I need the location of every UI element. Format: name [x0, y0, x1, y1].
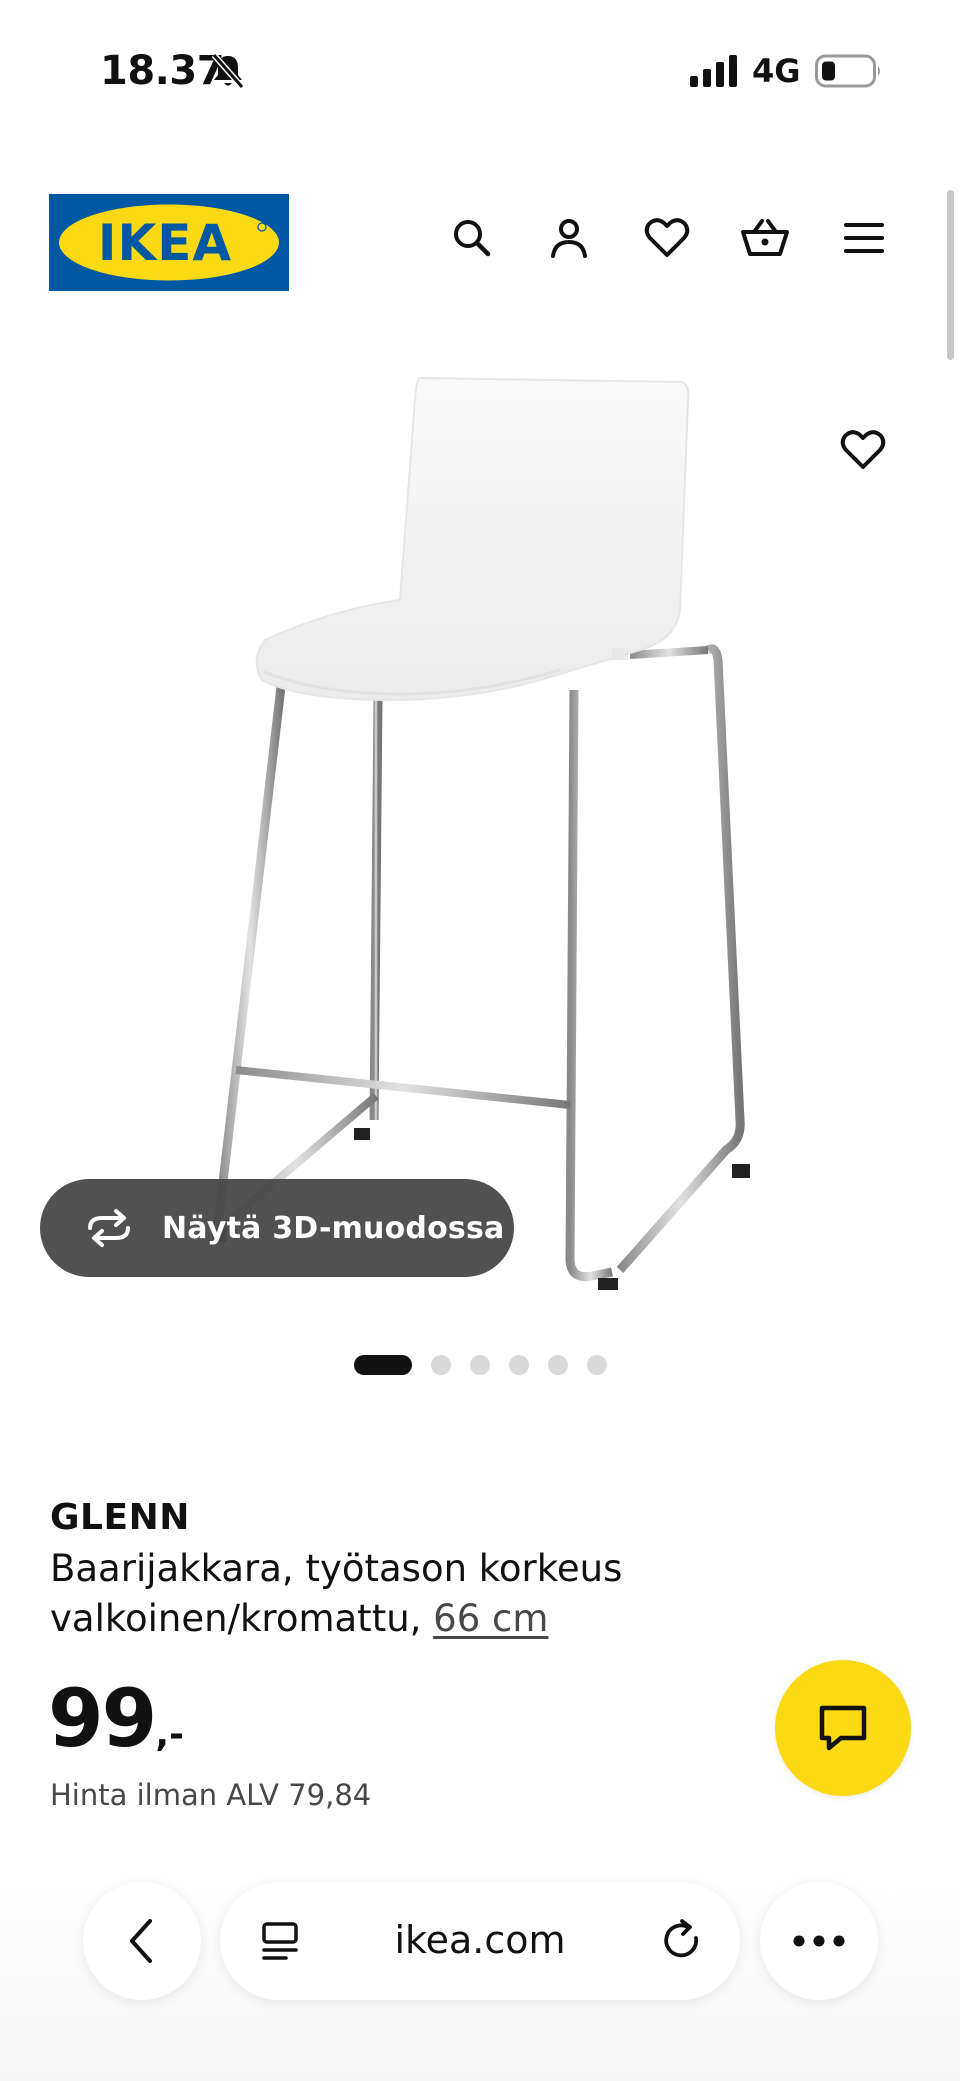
- cart-icon[interactable]: [739, 212, 791, 264]
- more-button[interactable]: [760, 1882, 878, 2000]
- battery-icon: [815, 54, 880, 88]
- product-color: valkoinen/kromattu,: [50, 1597, 434, 1640]
- status-time: 18.37: [100, 48, 225, 94]
- view-3d-button[interactable]: Näytä 3D-muodossa: [40, 1179, 514, 1277]
- account-icon[interactable]: [543, 212, 595, 264]
- bell-slash-icon: [211, 53, 245, 89]
- ikea-logo[interactable]: IKEA: [49, 194, 289, 291]
- address-bar[interactable]: ikea.com: [220, 1882, 740, 2000]
- favorites-icon[interactable]: [641, 212, 693, 264]
- carousel-dot-4[interactable]: [509, 1355, 529, 1375]
- product-description: Baarijakkara, työtason korkeus valkoinen…: [50, 1544, 622, 1644]
- price-without-vat: Hinta ilman ALV 79,84: [50, 1778, 372, 1812]
- rotate-3d-icon: [88, 1209, 130, 1247]
- carousel-dot-3[interactable]: [470, 1355, 490, 1375]
- network-label: 4G: [752, 52, 801, 90]
- image-carousel-dots: [354, 1355, 607, 1375]
- carousel-dot-1[interactable]: [354, 1355, 412, 1375]
- back-icon: [130, 1919, 152, 1963]
- add-to-favorites-icon[interactable]: [835, 422, 891, 478]
- signal-icon: [690, 55, 737, 87]
- product-description-line2: valkoinen/kromattu, 66 cm: [50, 1594, 622, 1644]
- svg-text:IKEA: IKEA: [98, 214, 232, 272]
- carousel-dot-2[interactable]: [431, 1355, 451, 1375]
- product-name: GLENN: [50, 1497, 190, 1538]
- price: 99 ,-: [48, 1672, 184, 1765]
- browser-toolbar: ikea.com: [0, 1850, 960, 2081]
- search-icon[interactable]: [446, 212, 498, 264]
- price-suffix: ,-: [155, 1714, 184, 1755]
- view-3d-label: Näytä 3D-muodossa: [162, 1210, 505, 1246]
- chat-icon: [819, 1705, 867, 1751]
- carousel-dot-5[interactable]: [548, 1355, 568, 1375]
- product-description-line1: Baarijakkara, työtason korkeus: [50, 1547, 623, 1590]
- price-main: 99: [48, 1672, 157, 1765]
- more-icon: [793, 1935, 845, 1947]
- chat-button[interactable]: [775, 1660, 911, 1796]
- carousel-dot-6[interactable]: [587, 1355, 607, 1375]
- reload-icon[interactable]: [660, 1918, 706, 1964]
- status-bar: 18.37 4G: [0, 0, 960, 140]
- site-header: IKEA: [0, 190, 960, 291]
- back-button[interactable]: [83, 1882, 201, 2000]
- size-link[interactable]: 66 cm: [433, 1597, 548, 1640]
- menu-icon[interactable]: [838, 212, 890, 264]
